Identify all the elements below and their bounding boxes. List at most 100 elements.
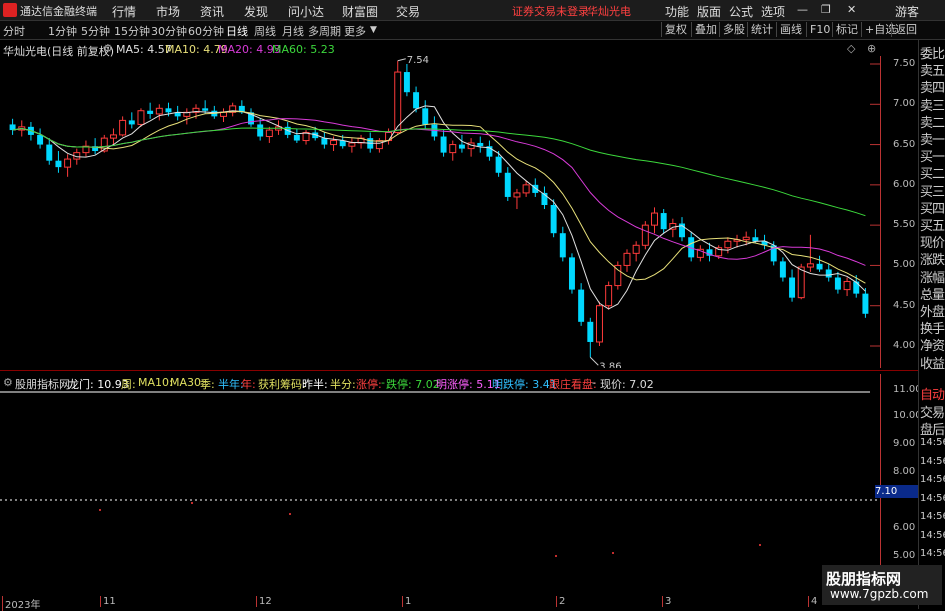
candle-body[interactable] [147, 110, 154, 114]
diejia-button[interactable]: 叠加 [691, 22, 720, 37]
indicator-gear-icon[interactable]: ⚙ [3, 376, 13, 389]
candle-body[interactable] [9, 124, 16, 131]
tongji-button[interactable]: 统计 [747, 22, 776, 37]
settings-gear-icon[interactable]: ⚙ [103, 42, 113, 55]
candle-body[interactable] [816, 263, 823, 270]
candle-body[interactable] [578, 289, 585, 322]
candle-body[interactable] [64, 158, 72, 168]
tab-15min[interactable]: 15分钟 [114, 23, 150, 39]
candle-body[interactable] [797, 266, 805, 299]
candle-body[interactable] [651, 212, 658, 226]
candle-body[interactable] [843, 281, 851, 291]
menu-xuanxiang[interactable]: 选项 [761, 3, 785, 20]
fanhui-button[interactable]: 返回 [891, 22, 920, 37]
candle-body[interactable] [724, 240, 732, 249]
candle-body[interactable] [504, 172, 511, 197]
menu-gongshi[interactable]: 公式 [729, 3, 753, 20]
candle-body[interactable] [495, 156, 502, 173]
candle-body[interactable] [605, 285, 613, 307]
candle-body[interactable] [257, 124, 264, 137]
candle-body[interactable] [550, 205, 557, 234]
candle-body[interactable] [587, 321, 594, 342]
kline-chart[interactable]: 7.54 3.86 [0, 56, 880, 368]
candle-body[interactable] [137, 110, 145, 125]
candle-body[interactable] [321, 138, 328, 145]
user-label[interactable]: 游客 [895, 3, 919, 20]
candle-body[interactable] [265, 129, 273, 138]
candle-body[interactable] [477, 142, 484, 147]
menu-hangqing[interactable]: 行情 [112, 3, 136, 20]
candle-body[interactable] [834, 277, 841, 290]
candle-body[interactable] [46, 144, 53, 161]
close-button[interactable]: ✕ [847, 3, 856, 16]
candle-body[interactable] [742, 236, 750, 241]
candle-body[interactable] [825, 269, 832, 278]
candle-body[interactable] [128, 120, 135, 125]
menu-wenxiaoda[interactable]: 问小达 [288, 3, 324, 20]
candle-body[interactable] [55, 160, 62, 168]
menu-zixun[interactable]: 资讯 [200, 3, 224, 20]
diamond-icon[interactable]: ◇ [847, 42, 855, 55]
candle-body[interactable] [293, 134, 300, 141]
candle-body[interactable] [595, 305, 603, 343]
tab-1min[interactable]: 1分钟 [48, 23, 77, 39]
tab-duozhouqi[interactable]: 多周期 [308, 23, 341, 39]
candle-body[interactable] [752, 237, 759, 242]
tab-rixian[interactable]: 日线 [226, 23, 248, 39]
candle-body[interactable] [403, 72, 410, 93]
candle-body[interactable] [641, 224, 649, 246]
quote-label: 涨跌 [920, 253, 945, 269]
menu-shichang[interactable]: 市场 [156, 3, 180, 20]
tab-yuexian[interactable]: 月线 [282, 23, 304, 39]
candle-body[interactable] [449, 144, 457, 154]
zoom-in-icon[interactable]: ⊕ [867, 42, 876, 55]
restore-button[interactable]: ❐ [821, 3, 831, 16]
candle-body[interactable] [422, 108, 429, 125]
price-annotation: 3.86 [599, 361, 621, 368]
candle-body[interactable] [559, 233, 566, 258]
tab-gengduo[interactable]: 更多 [344, 23, 366, 39]
tab-30min[interactable]: 30分钟 [151, 23, 187, 39]
candle-body[interactable] [348, 142, 356, 147]
indicator-chart[interactable] [0, 390, 880, 596]
candle-body[interactable] [440, 136, 447, 153]
candle-body[interactable] [853, 281, 860, 294]
candle-body[interactable] [568, 257, 575, 290]
candle-body[interactable] [155, 107, 163, 115]
menu-faxian[interactable]: 发现 [244, 3, 268, 20]
tab-fenshi[interactable]: 分时 [3, 23, 25, 39]
menu-gongneng[interactable]: 功能 [665, 3, 689, 20]
candle-body[interactable] [632, 244, 640, 254]
candle-body[interactable] [109, 134, 117, 139]
tab-60min[interactable]: 60分钟 [188, 23, 224, 39]
duogu-button[interactable]: 多股 [719, 22, 748, 37]
candle-body[interactable] [394, 71, 402, 133]
candle-body[interactable] [623, 252, 631, 266]
candle-body[interactable] [513, 192, 521, 198]
menu-banmian[interactable]: 版面 [697, 3, 721, 20]
trade-status-notice[interactable]: 证券交易未登录 [512, 3, 589, 19]
f10-button[interactable]: F10 [806, 22, 833, 37]
candle-body[interactable] [862, 293, 869, 314]
candle-body[interactable] [660, 213, 667, 230]
menu-caifuquan[interactable]: 财富圈 [342, 3, 378, 20]
candle-body[interactable] [779, 261, 786, 278]
candle-body[interactable] [458, 144, 465, 149]
more-chevron-icon[interactable]: ▼ [370, 25, 377, 35]
tab-zhouxian[interactable]: 周线 [254, 23, 276, 39]
minimize-button[interactable]: — [797, 3, 808, 16]
candle-body[interactable] [806, 263, 814, 268]
candle-body[interactable] [522, 184, 530, 194]
candle-body[interactable] [413, 92, 420, 109]
candle-body[interactable] [789, 277, 796, 298]
tab-5min[interactable]: 5分钟 [81, 23, 110, 39]
candle-body[interactable] [330, 140, 338, 146]
candle-body[interactable] [37, 134, 44, 145]
biaoji-button[interactable]: 标记 [832, 22, 861, 37]
candle-body[interactable] [202, 108, 209, 111]
candle-body[interactable] [165, 108, 172, 113]
menu-jiaoyi[interactable]: 交易 [396, 3, 420, 20]
huaxian-button[interactable]: 画线 [776, 22, 805, 37]
candle-body[interactable] [119, 119, 127, 136]
fuquan-button[interactable]: 复权 [661, 22, 690, 37]
